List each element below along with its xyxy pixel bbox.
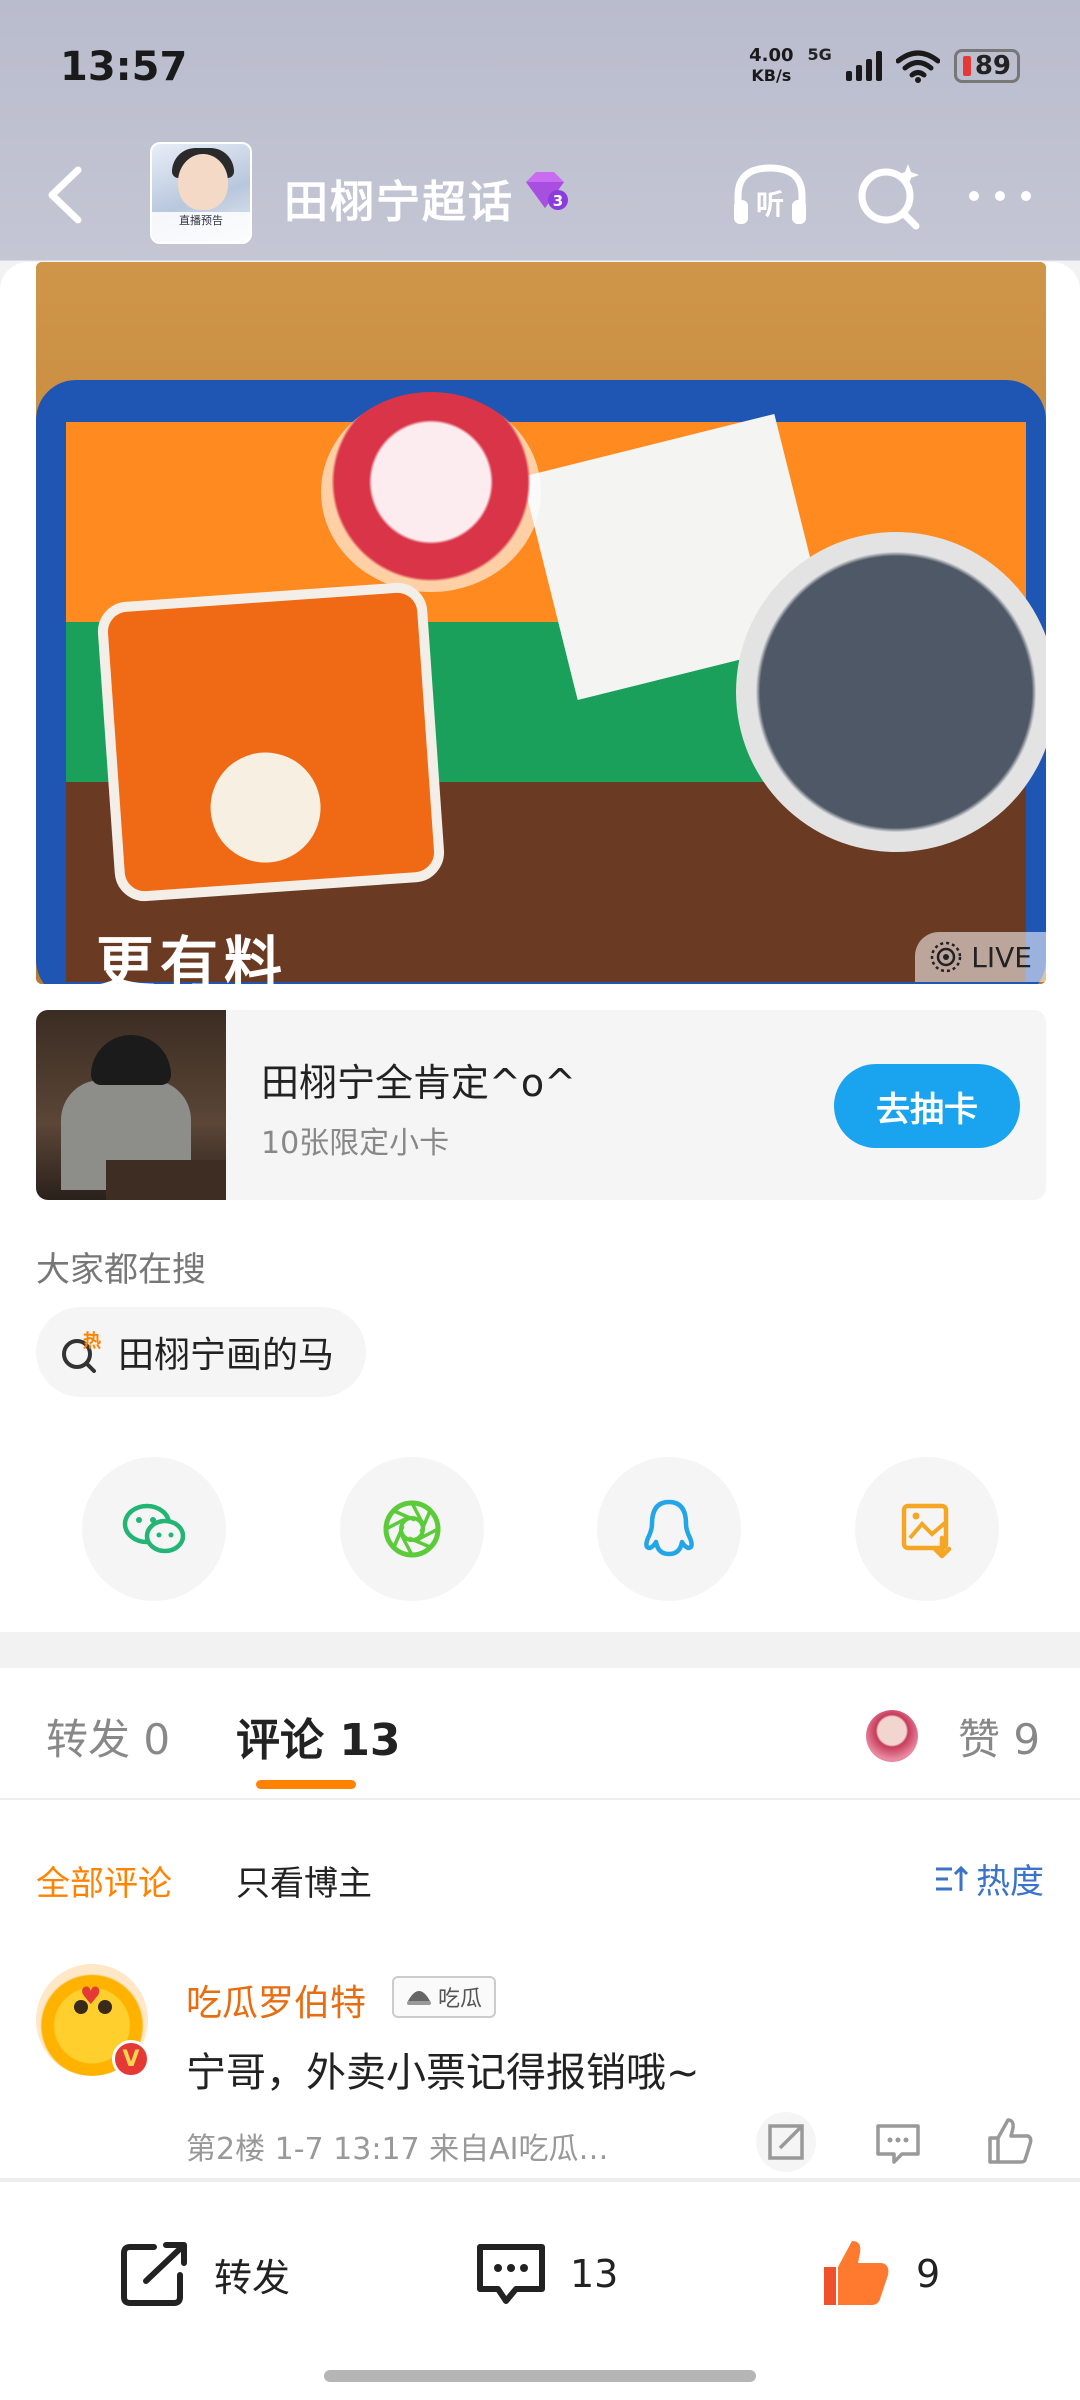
signal-type: 5G	[807, 44, 832, 64]
active-tab-indicator	[256, 1780, 356, 1789]
live-photo-badge[interactable]: LIVE	[915, 932, 1046, 982]
promo-thumb-hat	[91, 1035, 171, 1085]
battery-warning-icon	[962, 56, 971, 76]
card-draw-promo[interactable]: 田栩宁全肯定^o^ 10张限定小卡 去抽卡	[36, 1010, 1046, 1200]
repost-icon	[121, 2242, 187, 2306]
draw-card-button[interactable]: 去抽卡	[834, 1064, 1020, 1148]
more-button[interactable]	[960, 158, 1040, 234]
moments-icon	[383, 1500, 441, 1558]
like-button[interactable]: 9	[818, 2234, 940, 2314]
listen-label: 听	[756, 188, 784, 221]
search-icon	[858, 164, 920, 230]
promo-thumbnail	[36, 1010, 226, 1200]
status-bar: 13:57 4.00 KB/s 5G 89	[0, 0, 1080, 130]
live-label: LIVE	[971, 940, 1032, 974]
comment-like-icon[interactable]	[980, 2112, 1040, 2172]
network-speed-value: 4.00	[749, 45, 794, 66]
topic-title[interactable]: 田栩宁超话	[284, 166, 514, 230]
repost-button[interactable]: 转发	[116, 2234, 290, 2314]
save-image-icon	[901, 1503, 952, 1559]
level-number: 3	[553, 192, 563, 210]
live-photo-icon	[931, 941, 962, 973]
status-time: 13:57	[60, 44, 188, 90]
comment-item: ♥ V 吃瓜罗伯特 吃瓜 宁哥，外卖小票记得报销哦~ 第2楼 1-7 13:17…	[0, 1950, 1080, 2180]
post-live-photo[interactable]: 更有料 LIVE	[36, 262, 1046, 984]
promo-subtitle: 10张限定小卡	[261, 1126, 450, 1161]
search-button[interactable]	[850, 158, 930, 234]
wifi-icon	[895, 50, 940, 83]
save-image-button[interactable]	[855, 1457, 999, 1601]
wechat-icon	[122, 1503, 186, 1554]
commenter-avatar[interactable]: ♥ V	[36, 1964, 150, 2078]
trending-label: 大家都在搜	[36, 1250, 206, 1290]
like-count: 9	[916, 2252, 941, 2296]
commenter-tag-label: 吃瓜	[438, 1987, 483, 2012]
avatar-eye-left	[74, 2000, 88, 2014]
photo-slogan: 更有料	[96, 930, 289, 984]
headphones-icon: 听	[734, 164, 806, 224]
trending-search-chip[interactable]: 热 田栩宁画的马	[36, 1307, 367, 1397]
topic-avatar[interactable]: 直播预告	[150, 142, 252, 244]
topic-header: 直播预告 田栩宁超话 3 听	[0, 130, 1080, 260]
avatar-face	[178, 154, 228, 210]
comments-section: 全部评论 只看博主 热度 ♥ V 吃瓜罗伯特 吃瓜 宁哥，外卖小票记得报销哦~ …	[0, 1800, 1080, 2180]
share-row	[0, 1457, 1080, 1607]
tab-comments[interactable]: 评论 13	[236, 1704, 401, 1768]
back-arrow-icon	[48, 166, 82, 224]
filter-owner-only[interactable]: 只看博主	[236, 1856, 372, 1905]
signal-bars-icon	[845, 51, 882, 81]
comment-reply-icon[interactable]	[868, 2112, 928, 2172]
post-card: 更有料 LIVE 田栩宁全肯定^o^ 10张限定小卡 去抽卡 大家都在搜 热 田…	[0, 262, 1080, 1632]
tab-likes[interactable]: 赞 9	[958, 1706, 1040, 1767]
comment-share-icon[interactable]	[756, 2112, 816, 2172]
burger-logo	[206, 748, 325, 867]
network-speed: 4.00 KB/s	[749, 46, 793, 86]
comment-icon	[477, 2244, 545, 2304]
qq-icon	[644, 1499, 694, 1557]
battery-level: 89	[974, 51, 1011, 81]
commenter-tag[interactable]: 吃瓜	[392, 1976, 497, 2018]
status-indicators: 4.00 KB/s 5G 89	[749, 44, 1020, 86]
promo-thumb-desk	[106, 1160, 226, 1200]
bottom-action-bar: 转发 13 9	[0, 2180, 1080, 2400]
commenter-name[interactable]: 吃瓜罗伯特	[186, 1974, 366, 2026]
listen-button[interactable]: 听	[730, 158, 810, 234]
battery-indicator: 89	[953, 49, 1020, 83]
sort-label: 热度	[976, 1862, 1044, 1902]
tab-reposts[interactable]: 转发 0	[46, 1706, 170, 1767]
home-indicator[interactable]	[324, 2370, 756, 2382]
network-speed-unit: KB/s	[751, 66, 792, 85]
melon-icon	[407, 1991, 431, 2005]
share-qq-button[interactable]	[597, 1457, 741, 1601]
promo-title: 田栩宁全肯定^o^	[261, 1061, 576, 1105]
share-wechat-button[interactable]	[82, 1457, 226, 1601]
filter-all-comments[interactable]: 全部评论	[36, 1856, 172, 1905]
avatar-eye-right	[98, 2000, 112, 2014]
more-dots-icon	[969, 191, 1031, 201]
photo-sundae	[321, 392, 541, 592]
hot-search-icon: 热	[62, 1330, 101, 1373]
sort-icon	[936, 1865, 969, 1891]
photo-drink	[736, 532, 1046, 852]
post-tabs: 转发 0 评论 13 赞 9	[0, 1668, 1080, 1800]
trending-query: 田栩宁画的马	[118, 1335, 335, 1376]
liked-thumbs-up-icon	[824, 2241, 889, 2305]
comment-text: 宁哥，外卖小票记得报销哦~	[186, 2050, 700, 2096]
photo-burger	[95, 580, 447, 904]
hot-badge: 热	[83, 1330, 101, 1352]
share-moments-button[interactable]	[340, 1457, 484, 1601]
comment-meta: 第2楼 1-7 13:17 来自AI吃瓜…	[186, 2132, 609, 2167]
comment-count: 13	[570, 2252, 619, 2296]
comment-button[interactable]: 13	[472, 2234, 618, 2314]
sort-by-hot-button[interactable]: 热度	[934, 1854, 1044, 1903]
back-button[interactable]	[38, 160, 98, 230]
repost-label: 转发	[214, 2255, 291, 2300]
verified-badge-icon: V	[112, 2040, 150, 2078]
liker-avatar[interactable]	[866, 1710, 918, 1762]
avatar-caption: 直播预告	[152, 212, 250, 242]
super-topic-level-badge-icon: 3	[526, 172, 568, 210]
